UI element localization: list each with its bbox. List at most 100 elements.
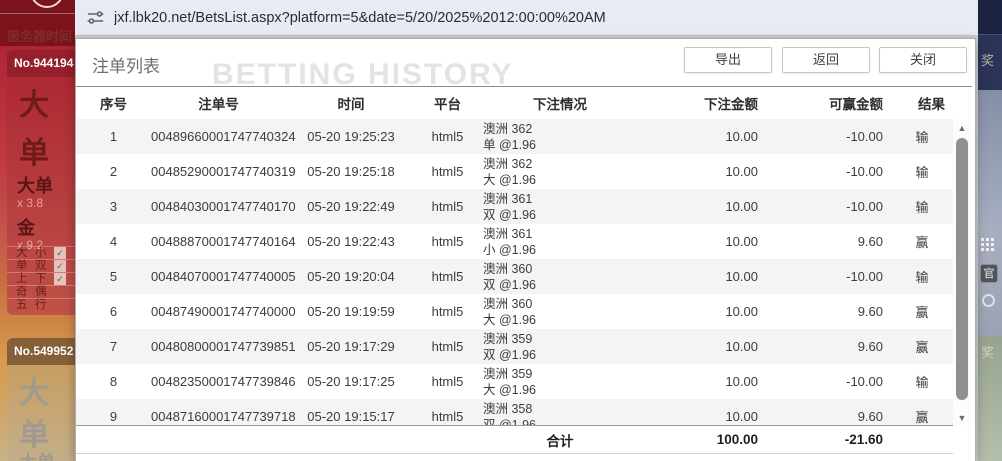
header-platform: 平台: [416, 93, 479, 113]
scrollbar-thumb[interactable]: [956, 138, 968, 400]
lottery-panel-red: No.944194 大 单 大单 x 3.8 金 x 9.2 大 小 ✓ 单 双…: [7, 50, 75, 315]
odds-name: 金: [17, 214, 35, 240]
bet-option-row: 单 双 ✓: [7, 259, 75, 272]
export-button[interactable]: 导出: [684, 47, 772, 73]
footer-total-winnable: -21.60: [766, 432, 891, 447]
check-icon: ✓: [54, 273, 66, 285]
cell-bet-details: 澳洲 360 双 @1.96: [479, 261, 641, 293]
back-button[interactable]: 返回: [782, 47, 870, 73]
cell-result: 赢: [891, 407, 953, 425]
scrollbar[interactable]: ▲ ▼: [953, 121, 971, 425]
header-amount: 下注金额: [641, 93, 766, 113]
header-winnable: 可赢金额: [766, 93, 891, 113]
cell-platform: html5: [416, 304, 479, 319]
cell-no: 4: [76, 234, 151, 249]
cell-time: 05-20 19:25:18: [286, 164, 416, 179]
cell-bet-id: 00480800001747739851: [151, 339, 286, 354]
cell-bet-details: 澳洲 361 小 @1.96: [479, 226, 641, 258]
table-row: 3 00484030001747740170 05-20 19:22:49 ht…: [76, 189, 953, 224]
cell-amount: 10.00: [641, 199, 766, 214]
cell-platform: html5: [416, 164, 479, 179]
bet-details-line2: 小 @1.96: [483, 242, 641, 258]
cell-time: 05-20 19:15:17: [286, 409, 416, 424]
cell-platform: html5: [416, 129, 479, 144]
bet-option: 行: [35, 299, 54, 311]
bet-details-line2: 双 @1.96: [483, 207, 641, 223]
table-header-row: 序号 注单号 时间 平台 下注情况 下注金额 可赢金额 结果: [76, 86, 972, 119]
footer-total-amount: 100.00: [641, 432, 766, 447]
cell-amount: 10.00: [641, 129, 766, 144]
scroll-down-icon[interactable]: ▼: [953, 411, 971, 425]
cell-time: 05-20 19:19:59: [286, 304, 416, 319]
cell-bet-id: 00484070001747740005: [151, 269, 286, 284]
cell-bet-id: 00489660001747740324: [151, 129, 286, 144]
cell-winnable: -10.00: [766, 129, 891, 144]
table-row: 1 00489660001747740324 05-20 19:25:23 ht…: [76, 119, 953, 154]
background-right-panel: 奖 官 奖: [978, 0, 1002, 461]
cell-result: 输: [891, 372, 953, 391]
cell-platform: html5: [416, 409, 479, 424]
cell-time: 05-20 19:17:25: [286, 374, 416, 389]
result-char: 大: [19, 80, 49, 124]
table-row: 6 00487490001747740000 05-20 19:19:59 ht…: [76, 294, 953, 329]
bet-options-table: 大 小 ✓ 单 双 ✓ 上 下 ✓ 奇 偶: [7, 246, 75, 311]
cell-bet-id: 00485290001747740319: [151, 164, 286, 179]
bet-details-line2: 大 @1.96: [483, 312, 641, 328]
bet-option-row: 奇 偶: [7, 285, 75, 298]
cell-result: 赢: [891, 302, 953, 321]
cell-bet-details: 澳洲 362 大 @1.96: [479, 156, 641, 188]
bet-details-line2: 双 @1.96: [483, 417, 641, 426]
bet-option-row: 上 下 ✓: [7, 272, 75, 285]
table-row: 4 00488870001747740164 05-20 19:22:43 ht…: [76, 224, 953, 259]
bet-option: 下: [35, 273, 54, 285]
cell-amount: 10.00: [641, 304, 766, 319]
cell-amount: 10.00: [641, 234, 766, 249]
browser-address-bar[interactable]: jxf.lbk20.net/BetsList.aspx?platform=5&d…: [75, 0, 978, 36]
bet-details-line1: 澳洲 362: [483, 156, 641, 172]
scroll-up-icon[interactable]: ▲: [953, 121, 971, 135]
bet-option: 奇: [7, 286, 35, 298]
bet-option: 五: [7, 299, 35, 311]
table-row: 2 00485290001747740319 05-20 19:25:18 ht…: [76, 154, 953, 189]
cell-bet-id: 00487160001747739718: [151, 409, 286, 424]
bet-details-line1: 澳洲 360: [483, 261, 641, 277]
table-row: 8 00482350001747739846 05-20 19:17:25 ht…: [76, 364, 953, 399]
cell-bet-id: 00487490001747740000: [151, 304, 286, 319]
cell-platform: html5: [416, 199, 479, 214]
odds-name: 大单: [19, 448, 55, 461]
bet-details-line2: 双 @1.96: [483, 277, 641, 293]
cell-bet-details: 澳洲 359 大 @1.96: [479, 366, 641, 398]
cell-result: 输: [891, 197, 953, 216]
odds-rate: x 3.8: [17, 196, 43, 210]
bet-option: 单: [7, 260, 35, 272]
bet-option: 小: [35, 247, 54, 259]
bet-details-line1: 澳洲 359: [483, 366, 641, 382]
bet-option: 双: [35, 260, 54, 272]
cell-bet-details: 澳洲 360 大 @1.96: [479, 296, 641, 328]
cell-result: 输: [891, 267, 953, 286]
bet-option: 上: [7, 273, 35, 285]
cell-result: 赢: [891, 232, 953, 251]
bet-details-line1: 澳洲 358: [483, 401, 641, 417]
cell-winnable: 9.60: [766, 304, 891, 319]
cell-no: 2: [76, 164, 151, 179]
header-no: 序号: [76, 93, 151, 113]
award-label: 奖: [981, 50, 994, 69]
cell-amount: 10.00: [641, 164, 766, 179]
header-time: 时间: [286, 93, 416, 113]
issue-number-label: No.944194: [7, 50, 75, 77]
table-row: 5 00484070001747740005 05-20 19:20:04 ht…: [76, 259, 953, 294]
dialog-title: 注单列表: [92, 52, 160, 77]
close-button[interactable]: 关闭: [879, 47, 967, 73]
divider: [0, 13, 75, 14]
table-footer-row: 合计 100.00 -21.60: [76, 425, 953, 454]
cell-winnable: -10.00: [766, 164, 891, 179]
bet-details-line1: 澳洲 360: [483, 296, 641, 312]
cell-winnable: 9.60: [766, 409, 891, 424]
site-permissions-icon[interactable]: [87, 9, 104, 26]
bet-option: 偶: [35, 286, 54, 298]
cell-winnable: -10.00: [766, 199, 891, 214]
cell-bet-id: 00484030001747740170: [151, 199, 286, 214]
grid-menu-icon: [981, 238, 995, 257]
url-text[interactable]: jxf.lbk20.net/BetsList.aspx?platform=5&d…: [114, 10, 606, 26]
